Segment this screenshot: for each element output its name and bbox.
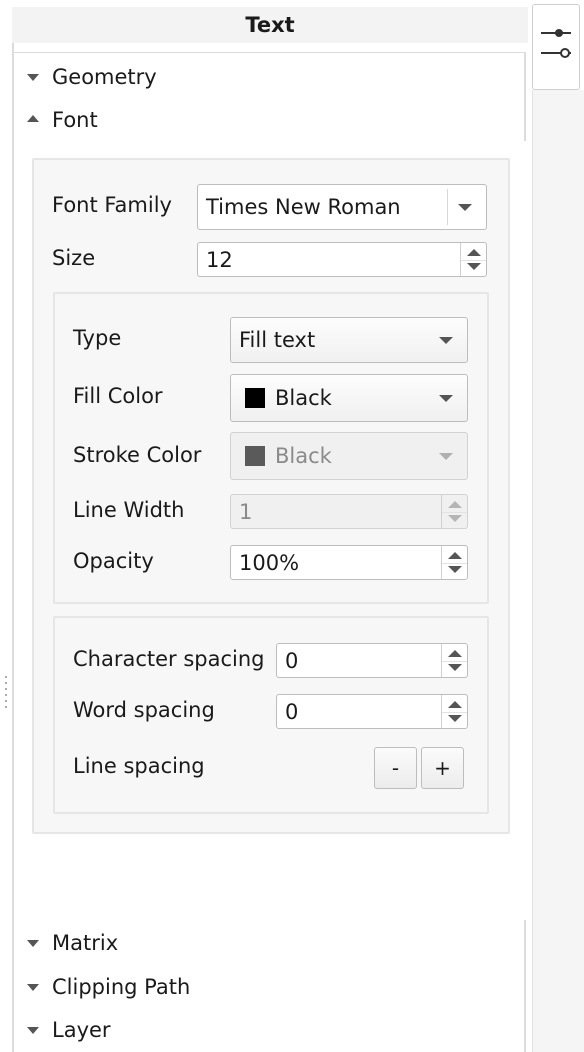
panel-left-border [12, 43, 14, 1052]
type-value: Fill text [239, 328, 316, 352]
opacity-label: Opacity [73, 549, 154, 573]
arrow-down-icon [467, 263, 481, 270]
arrow-down-icon [448, 566, 462, 573]
arrow-up-icon [467, 249, 481, 256]
word-spacing-label: Word spacing [73, 698, 215, 722]
splitter-handle[interactable] [5, 676, 8, 710]
panel-title: Text [12, 7, 528, 43]
word-spacing-value: 0 [285, 699, 299, 724]
line-width-stepper[interactable] [441, 495, 467, 528]
dock-strip [532, 90, 584, 1052]
font-family-value: Times New Roman [206, 195, 401, 219]
panel-scroll-edge [524, 53, 526, 141]
section-clipping-path-label: Clipping Path [52, 975, 191, 999]
type-label: Type [73, 326, 122, 350]
triangle-down-icon [26, 1023, 40, 1037]
section-matrix-label: Matrix [52, 931, 119, 955]
fill-color-label: Fill Color [73, 384, 163, 408]
sliders-icon [541, 29, 571, 58]
arrow-up-icon [448, 650, 462, 657]
stroke-color-label: Stroke Color [73, 443, 202, 467]
line-width-value: 1 [239, 499, 253, 524]
arrow-down-icon [448, 715, 462, 722]
stroke-color-combo[interactable]: Black [230, 432, 468, 480]
line-spacing-increase-button[interactable]: + [421, 747, 464, 789]
section-geometry-label: Geometry [52, 65, 157, 89]
section-layer-label: Layer [52, 1018, 111, 1042]
section-clipping-path[interactable]: Clipping Path [26, 972, 190, 1002]
fill-color-combo[interactable]: Black [230, 374, 468, 422]
character-spacing-stepper[interactable] [441, 644, 467, 677]
size-stepper[interactable] [460, 243, 486, 276]
fill-color-value: Black [275, 386, 332, 410]
word-spacing-spinbox[interactable]: 0 [276, 694, 468, 729]
arrow-up-icon [448, 501, 462, 508]
stroke-color-swatch [245, 446, 265, 466]
triangle-down-icon [26, 980, 40, 994]
section-layer[interactable]: Layer [26, 1015, 111, 1045]
panel-divider [12, 52, 526, 53]
opacity-value: 100% [239, 550, 300, 575]
triangle-down-icon [26, 70, 40, 84]
arrow-up-icon [448, 701, 462, 708]
character-spacing-value: 0 [285, 648, 299, 673]
chevron-down-icon [458, 204, 472, 211]
triangle-down-icon [26, 936, 40, 950]
size-value: 12 [206, 247, 233, 272]
size-label: Size [52, 246, 96, 270]
section-geometry[interactable]: Geometry [26, 62, 157, 92]
triangle-up-icon [26, 113, 40, 127]
character-spacing-spinbox[interactable]: 0 [276, 643, 468, 678]
chevron-down-icon [439, 453, 453, 460]
word-spacing-stepper[interactable] [441, 695, 467, 728]
line-width-label: Line Width [73, 498, 185, 522]
character-spacing-label: Character spacing [73, 647, 265, 671]
line-width-spinbox[interactable]: 1 [230, 494, 468, 529]
chevron-down-icon [439, 395, 453, 402]
section-font-label: Font [52, 108, 98, 132]
opacity-spinbox[interactable]: 100% [230, 545, 468, 580]
font-family-label: Font Family [52, 193, 172, 217]
panel-scroll-edge [524, 920, 526, 1052]
line-spacing-decrease-button[interactable]: - [374, 747, 417, 789]
stroke-color-value: Black [275, 444, 332, 468]
type-combo[interactable]: Fill text [230, 317, 468, 363]
size-spinbox[interactable]: 12 [197, 242, 487, 277]
font-family-combo[interactable]: Times New Roman [197, 184, 487, 230]
chevron-down-icon [439, 337, 453, 344]
section-font[interactable]: Font [26, 105, 98, 135]
dock-tab-properties[interactable] [532, 4, 580, 90]
opacity-stepper[interactable] [441, 546, 467, 579]
section-matrix[interactable]: Matrix [26, 928, 118, 958]
line-spacing-label: Line spacing [73, 754, 205, 778]
arrow-down-icon [448, 664, 462, 671]
arrow-up-icon [448, 552, 462, 559]
fill-color-swatch [245, 388, 265, 408]
arrow-down-icon [448, 515, 462, 522]
